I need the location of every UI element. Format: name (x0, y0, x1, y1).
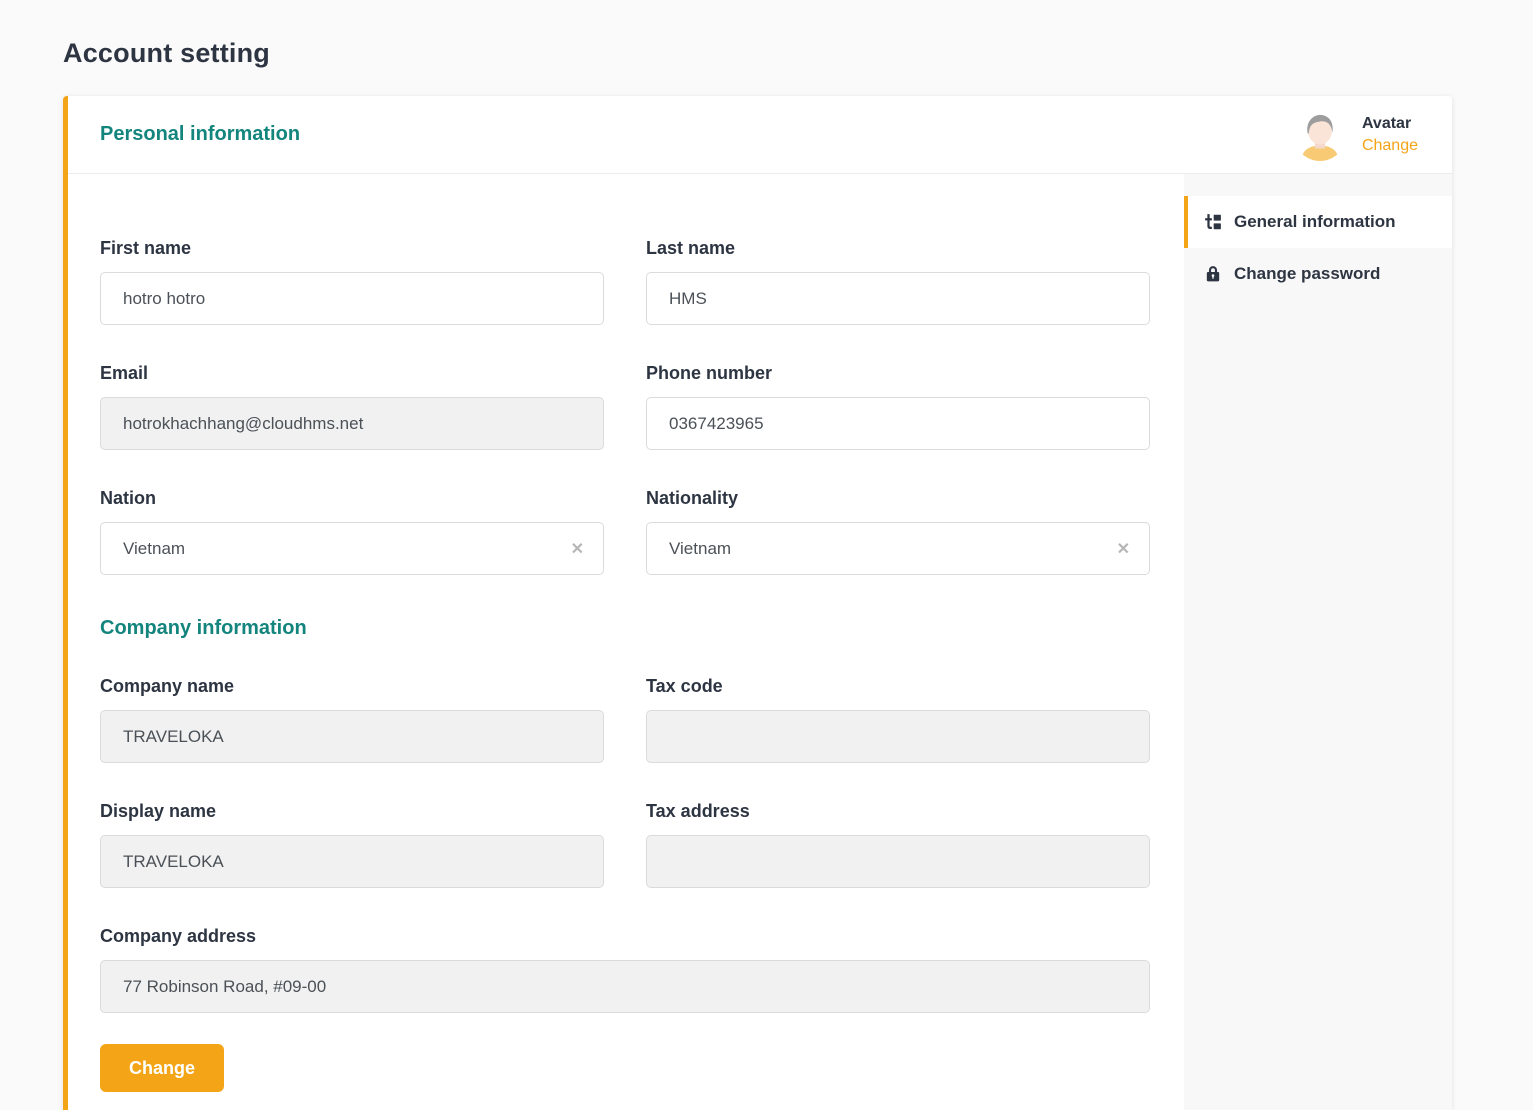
personal-information-heading: Personal information (100, 123, 300, 146)
nationality-clear-icon[interactable]: ✕ (1117, 542, 1130, 558)
email-label: Email (100, 363, 604, 384)
change-submit-button[interactable]: Change (100, 1044, 224, 1092)
avatar (1294, 109, 1346, 161)
first-name-label: First name (100, 238, 604, 259)
company-address-label: Company address (100, 926, 1150, 947)
phone-number-input[interactable] (646, 397, 1150, 450)
tax-address-input (646, 835, 1150, 888)
nav-item-label: Change password (1234, 264, 1380, 284)
personal-info-form: First name Last name Email Phone number … (68, 174, 1184, 1110)
nav-item-general-information[interactable]: General information (1184, 196, 1452, 248)
company-name-input (100, 710, 604, 763)
display-name-label: Display name (100, 801, 604, 822)
nation-input[interactable] (100, 522, 604, 575)
display-name-input (100, 835, 604, 888)
company-address-field: Company address (100, 926, 1150, 1013)
nationality-label: Nationality (646, 488, 1150, 509)
nation-clear-icon[interactable]: ✕ (571, 542, 584, 558)
company-name-field: Company name (100, 676, 604, 763)
email-input (100, 397, 604, 450)
nation-field: Nation ✕ (100, 488, 604, 575)
company-name-label: Company name (100, 676, 604, 697)
display-name-field: Display name (100, 801, 604, 888)
settings-side-nav: General information Change password (1184, 174, 1452, 1110)
company-information-heading: Company information (100, 617, 1150, 640)
nation-label: Nation (100, 488, 604, 509)
first-name-field: First name (100, 238, 604, 325)
tax-code-input (646, 710, 1150, 763)
email-field: Email (100, 363, 604, 450)
nationality-field: Nationality ✕ (646, 488, 1150, 575)
last-name-input[interactable] (646, 272, 1150, 325)
avatar-label: Avatar (1362, 115, 1418, 133)
avatar-change-link[interactable]: Change (1362, 137, 1418, 155)
account-settings-card: Personal information Avatar Change (63, 96, 1452, 1110)
tax-code-field: Tax code (646, 676, 1150, 763)
company-address-input (100, 960, 1150, 1013)
last-name-label: Last name (646, 238, 1150, 259)
card-header: Personal information Avatar Change (68, 96, 1452, 174)
avatar-block: Avatar Change (1294, 109, 1418, 161)
nav-item-change-password[interactable]: Change password (1184, 248, 1452, 300)
nav-item-label: General information (1234, 212, 1396, 232)
avatar-texts: Avatar Change (1362, 115, 1418, 155)
lock-icon (1204, 265, 1222, 283)
last-name-field: Last name (646, 238, 1150, 325)
card-body: First name Last name Email Phone number … (68, 174, 1452, 1110)
nationality-input[interactable] (646, 522, 1150, 575)
tree-structure-icon (1204, 213, 1222, 231)
tax-address-label: Tax address (646, 801, 1150, 822)
person-avatar-icon (1294, 109, 1346, 161)
tax-address-field: Tax address (646, 801, 1150, 888)
phone-number-label: Phone number (646, 363, 1150, 384)
tax-code-label: Tax code (646, 676, 1150, 697)
first-name-input[interactable] (100, 272, 604, 325)
page-title: Account setting (63, 38, 270, 69)
phone-number-field: Phone number (646, 363, 1150, 450)
